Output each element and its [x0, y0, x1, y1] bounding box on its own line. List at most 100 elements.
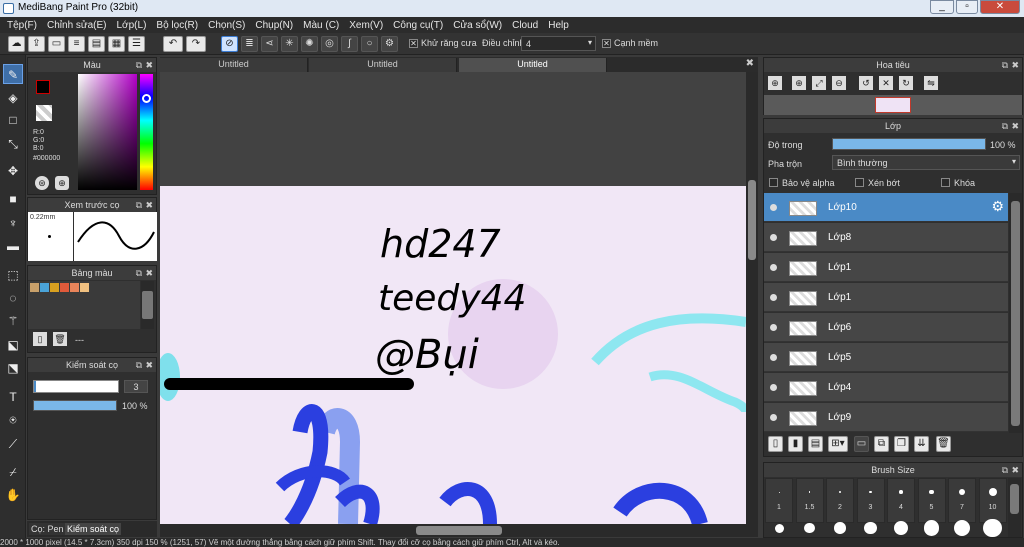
- brush-size-option[interactable]: [887, 478, 915, 523]
- new-layer-icon[interactable]: ▯: [768, 436, 783, 452]
- transparent-color-swatch[interactable]: [36, 105, 52, 121]
- close-panel-icon[interactable]: ✖: [145, 358, 153, 372]
- brush-size-dot[interactable]: [804, 522, 815, 534]
- new-color-layer-icon[interactable]: ▮: [788, 436, 803, 452]
- close-panel-icon[interactable]: ✖: [145, 266, 153, 280]
- canvas-horizontal-scrollbar[interactable]: [160, 524, 758, 537]
- layer-row[interactable]: Lớp5: [764, 343, 1008, 372]
- hue-handle[interactable]: [142, 94, 151, 103]
- layer-row[interactable]: Lớp1: [764, 253, 1008, 282]
- menu-file[interactable]: Tệp(F): [2, 20, 42, 31]
- undock-icon[interactable]: ⧉: [1002, 463, 1008, 477]
- ruler-off-icon[interactable]: ⊘: [221, 36, 238, 52]
- brush-tool-icon[interactable]: ✎: [3, 64, 23, 84]
- bucket-tool-icon[interactable]: ♆: [3, 213, 23, 233]
- visibility-eye-icon[interactable]: [770, 204, 777, 211]
- foreground-color-swatch[interactable]: [36, 80, 50, 94]
- menu-help[interactable]: Help: [543, 20, 574, 31]
- brush-size-dot[interactable]: [923, 520, 940, 536]
- rotate-right-icon[interactable]: ↻: [899, 76, 913, 90]
- parallel-ruler-icon[interactable]: ≣: [241, 36, 258, 52]
- magic-wand-icon[interactable]: ⚚: [3, 311, 23, 331]
- flip-icon[interactable]: ⇋: [924, 76, 938, 90]
- menu-tools[interactable]: Công cụ(T): [388, 20, 448, 31]
- list-icon[interactable]: ☰: [128, 36, 145, 52]
- chat-icon[interactable]: ▭: [48, 36, 65, 52]
- undo-icon[interactable]: ↶: [163, 36, 183, 52]
- visibility-eye-icon[interactable]: [770, 294, 777, 301]
- upload-icon[interactable]: ⇪: [28, 36, 45, 52]
- menu-color[interactable]: Màu (C): [298, 20, 344, 31]
- hand-tool-icon[interactable]: ✋: [3, 485, 23, 505]
- tab-untitled-3[interactable]: Untitled: [459, 58, 607, 72]
- restore-button[interactable]: ▫: [956, 0, 978, 14]
- zoom-in-icon[interactable]: ⊕: [768, 76, 782, 90]
- eraser-tool-icon[interactable]: ◈: [3, 88, 23, 108]
- dot-tool-icon[interactable]: □: [3, 110, 23, 130]
- close-panel-icon[interactable]: ✖: [1011, 119, 1019, 133]
- close-tab-icon[interactable]: ✖: [746, 58, 754, 69]
- visibility-eye-icon[interactable]: [770, 414, 777, 421]
- navigator-preview[interactable]: [764, 95, 1022, 115]
- select-pen-icon[interactable]: ⬕: [3, 335, 23, 355]
- palette-swatch[interactable]: [30, 283, 39, 292]
- canvas-area[interactable]: hd247 teedy44 @Bụi: [160, 72, 758, 524]
- canvas-vertical-scroll-thumb[interactable]: [748, 180, 756, 260]
- operation-tool-icon[interactable]: ⍟: [3, 410, 23, 430]
- palette-swatch[interactable]: [40, 283, 49, 292]
- rectangle-fill-icon[interactable]: ■: [3, 189, 23, 209]
- menu-window[interactable]: Cửa sổ(W): [448, 20, 507, 31]
- redo-icon[interactable]: ↷: [186, 36, 206, 52]
- soft-edge-checkbox[interactable]: ✕: [602, 39, 611, 48]
- layer-opacity-slider[interactable]: [832, 138, 986, 150]
- lasso-icon[interactable]: ◌: [3, 288, 23, 308]
- brush-size-option[interactable]: [826, 478, 854, 523]
- protect-alpha-checkbox[interactable]: [769, 178, 778, 187]
- navigator-viewport[interactable]: [875, 97, 911, 113]
- zoom-in-2-icon[interactable]: ⊕: [792, 76, 806, 90]
- undock-icon[interactable]: ⧉: [1002, 58, 1008, 72]
- tab-brush-control[interactable]: Kiểm soát cọ: [65, 523, 122, 535]
- lock-checkbox[interactable]: [941, 178, 950, 187]
- layer-settings-gear-icon[interactable]: ⚙: [991, 198, 1004, 215]
- radial-ruler-icon[interactable]: ✳: [281, 36, 298, 52]
- saturation-brightness-picker[interactable]: [78, 74, 137, 190]
- rotate-left-icon[interactable]: ↺: [859, 76, 873, 90]
- visibility-eye-icon[interactable]: [770, 234, 777, 241]
- menu-layer[interactable]: Lớp(L): [112, 20, 152, 31]
- drawing-canvas[interactable]: hd247 teedy44 @Bụi: [160, 72, 758, 524]
- merge-down-icon[interactable]: ⇊: [914, 436, 929, 452]
- curve-ruler-icon[interactable]: ∫: [341, 36, 358, 52]
- brush-opacity-slider[interactable]: [33, 400, 117, 411]
- visibility-eye-icon[interactable]: [770, 264, 777, 271]
- brush-size-scroll-thumb[interactable]: [1010, 484, 1019, 514]
- fit-screen-icon[interactable]: ⤢: [812, 76, 826, 90]
- undock-icon[interactable]: ⧉: [136, 58, 142, 72]
- select-rect-icon[interactable]: ⬚: [3, 265, 23, 285]
- undock-icon[interactable]: ⧉: [1002, 119, 1008, 133]
- ellipse-ruler-icon[interactable]: ○: [361, 36, 378, 52]
- reset-view-icon[interactable]: ✕: [879, 76, 893, 90]
- settings-gear-icon[interactable]: ⚙: [381, 36, 398, 52]
- close-panel-icon[interactable]: ✖: [1011, 463, 1019, 477]
- layer-row[interactable]: Lớp1: [764, 283, 1008, 312]
- brush-size-value[interactable]: 3: [124, 380, 148, 393]
- brush-size-option[interactable]: [795, 478, 824, 523]
- color-wheel-icon[interactable]: ⊛: [35, 176, 49, 190]
- layer-row[interactable]: Lớp4: [764, 373, 1008, 402]
- menu-select[interactable]: Chọn(S): [203, 20, 250, 31]
- divide-tool-icon[interactable]: ⟋: [3, 434, 23, 454]
- close-panel-icon[interactable]: ✖: [1011, 58, 1019, 72]
- color-picker-mode-icon[interactable]: ⊕: [55, 176, 69, 190]
- blend-mode-select[interactable]: Bình thường ▾: [832, 155, 1020, 170]
- layer-row[interactable]: Lớp6: [764, 313, 1008, 342]
- brush-size-option[interactable]: [917, 478, 946, 523]
- visibility-eye-icon[interactable]: [770, 354, 777, 361]
- tab-untitled-2[interactable]: Untitled: [309, 58, 457, 72]
- folder-icon[interactable]: ▭: [854, 436, 869, 452]
- undock-icon[interactable]: ⧉: [136, 266, 142, 280]
- tab-brush[interactable]: Cọ: Pen: [29, 523, 66, 535]
- menu-edit[interactable]: Chỉnh sửa(E): [42, 20, 112, 31]
- new-halftone-layer-icon[interactable]: ▤: [808, 436, 823, 452]
- minimize-button[interactable]: _: [930, 0, 954, 14]
